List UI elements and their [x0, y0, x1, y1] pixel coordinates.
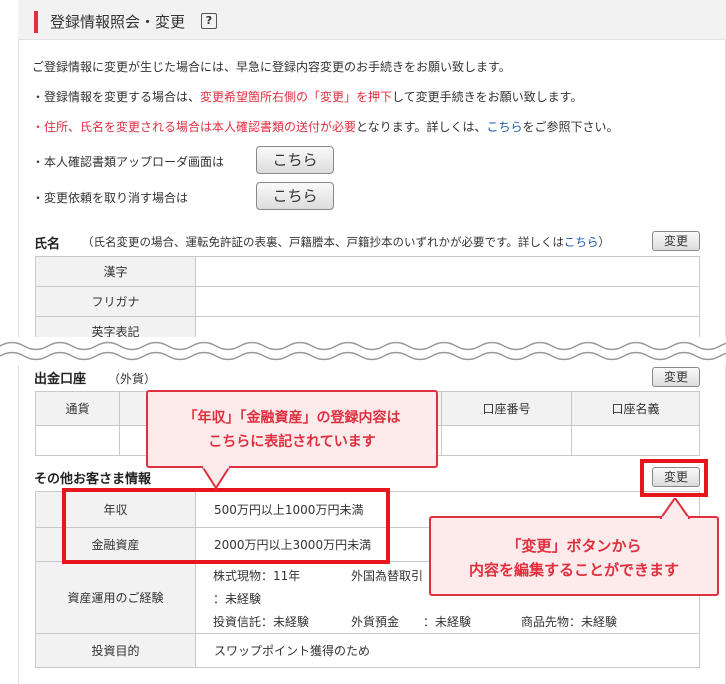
table-row: フリガナ: [35, 286, 700, 317]
header-accent-bar: [34, 11, 38, 33]
column-header-currency: 通貨: [35, 391, 120, 426]
experience-fx-value: ：未経験: [213, 592, 262, 606]
name-note-end: ）: [598, 235, 610, 249]
help-icon[interactable]: ?: [201, 13, 217, 29]
intro-line-1: ご登録情報に変更が生じた場合には、早急に登録内容変更のお手続きをお願い致します。: [32, 60, 511, 74]
table-row: 投資目的 スワップポイント獲得のため: [35, 633, 700, 668]
income-callout-line-1: 「年収」「金融資産」の登録内容は: [183, 410, 401, 426]
experience-commodity: 商品先物：未経験: [521, 615, 618, 629]
table-cell: [35, 425, 120, 456]
intro-line-2-c: して変更手続きをお願い致します。: [392, 90, 583, 104]
income-assets-highlight-box: [62, 488, 390, 564]
intro-line-2: ・登録情報を変更する場合は、変更希望箇所右側の「変更」を押下して変更手続きをお願…: [32, 88, 582, 105]
change-button-highlight-box: [640, 459, 708, 497]
column-header-account-name: 口座名義: [571, 391, 700, 426]
intro-line-3-link[interactable]: こちら: [486, 120, 522, 134]
purpose-value: スワップポイント獲得のため: [195, 633, 700, 668]
other-info-section-title: その他お客さま情報: [34, 472, 152, 487]
cut-separator: [0, 337, 726, 365]
income-callout-line-2: こちらに表記されています: [208, 434, 376, 450]
table-cell: [441, 425, 572, 456]
income-callout: 「年収」「金融資産」の登録内容は こちらに表記されています: [146, 390, 438, 468]
purpose-label: 投資目的: [35, 633, 196, 668]
cancel-request-button[interactable]: こちら: [256, 182, 334, 210]
cancel-label: ・変更依頼を取り消す場合は: [32, 191, 189, 205]
intro-line-3-b: となります。詳しくは、: [356, 120, 487, 134]
name-note-text: （氏名変更の場合、運転免許証の表裏、戸籍謄本、戸籍抄本のいずれかが必要です。詳し…: [82, 235, 564, 249]
change-button-callout: 「変更」ボタンから 内容を編集することができます: [429, 516, 719, 596]
page-title: 登録情報照会・変更: [50, 13, 186, 31]
name-table: 漢字 フリガナ 英字表記: [35, 256, 700, 347]
intro-line-2-a: ・登録情報を変更する場合は、: [32, 90, 201, 104]
uploader-label: ・本人確認書類アップローダ画面は: [32, 155, 225, 169]
wave-divider: [0, 341, 726, 361]
name-kanji-value: [195, 256, 700, 287]
name-note-link[interactable]: こちら: [564, 235, 599, 249]
name-change-button[interactable]: 変更: [652, 231, 700, 251]
name-furigana-label: フリガナ: [35, 286, 196, 317]
name-kanji-label: 漢字: [35, 256, 196, 287]
table-cell: [571, 425, 700, 456]
name-furigana-value: [195, 286, 700, 317]
change-callout-pointer: [660, 498, 690, 520]
change-callout-line-2: 内容を編集することができます: [468, 561, 679, 579]
name-section-note: （氏名変更の場合、運転免許証の表裏、戸籍謄本、戸籍抄本のいずれかが必要です。詳し…: [82, 234, 610, 250]
withdrawal-section-subtitle: （外貨）: [108, 372, 157, 386]
experience-fx: 外国為替取引: [351, 569, 424, 583]
experience-stocks: 株式現物：11年: [213, 569, 301, 583]
intro-line-3: ・住所、氏名を変更される場合は本人確認書類の送付が必要となります。詳しくは、こち…: [32, 118, 619, 135]
income-callout-pointer: [200, 466, 232, 490]
column-header-account-number: 口座番号: [441, 391, 572, 426]
experience-funds: 投資信託：未経験: [213, 615, 310, 629]
intro-line-2-highlight: 変更希望箇所右側の「変更」を押下: [200, 90, 393, 104]
change-callout-line-1: 「変更」ボタンから: [506, 537, 642, 555]
uploader-button[interactable]: こちら: [256, 146, 334, 174]
name-section-title: 氏名: [34, 237, 61, 252]
experience-label: 資産運用のご経験: [35, 561, 196, 634]
intro-line-3-highlight: ・住所、氏名を変更される場合は本人確認書類の送付が必要: [32, 120, 357, 134]
withdrawal-section-title: 出金口座: [34, 372, 87, 387]
intro-line-3-c: をご参照下さい。: [522, 120, 619, 134]
table-row: 漢字: [35, 256, 700, 287]
experience-fx-deposit: 外貨預金 ：未経験: [351, 615, 472, 629]
withdrawal-change-button[interactable]: 変更: [652, 367, 700, 387]
